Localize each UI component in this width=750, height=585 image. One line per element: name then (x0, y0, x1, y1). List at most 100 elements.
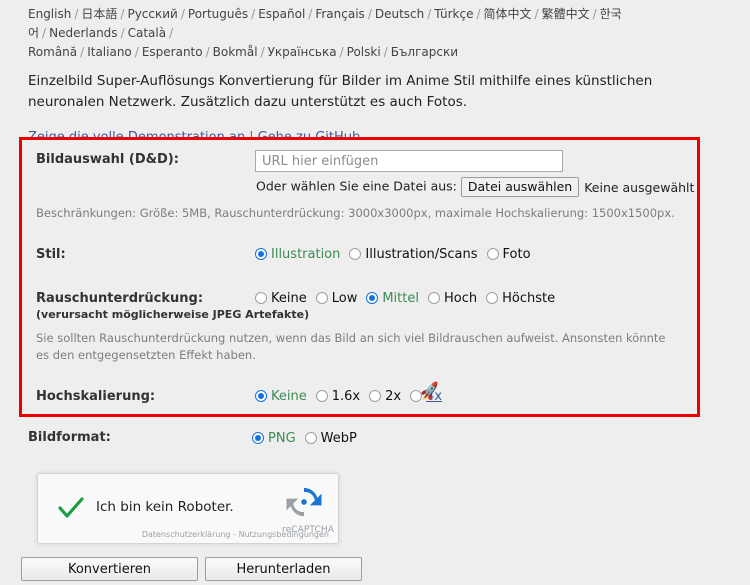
noise-radio-3[interactable] (366, 292, 379, 304)
language-separator: / (383, 45, 388, 59)
recaptcha-widget[interactable]: Ich bin kein Roboter. reCAPTCHA Datensch… (37, 473, 339, 544)
upscale-radio-1[interactable] (255, 390, 267, 402)
style-option-1[interactable]: Illustration (255, 247, 340, 262)
language-link[interactable]: Türkçe (434, 7, 473, 21)
language-separator: / (260, 45, 265, 59)
language-separator: / (367, 7, 372, 21)
upscale-option-4[interactable]: 4x (410, 389, 442, 404)
language-link[interactable]: Esperanto (142, 45, 203, 59)
language-link[interactable]: 日本語 (81, 7, 117, 21)
noise-hint: Sie sollten Rauschunterdrückung nutzen, … (36, 331, 666, 362)
language-bar: English / 日本語 / Русский / Português / Español / Fr… (0, 0, 728, 62)
format-option-2[interactable]: WebP (304, 431, 357, 446)
language-separator: / (427, 7, 432, 21)
format-label-1[interactable]: PNG (264, 431, 296, 446)
language-separator: / (476, 7, 481, 21)
noise-label-2[interactable]: Low (328, 291, 358, 306)
language-link[interactable]: Deutsch (375, 7, 424, 21)
style-label-3[interactable]: Foto (499, 247, 531, 262)
style-radio-3[interactable] (486, 248, 499, 260)
language-link[interactable]: Polski (347, 45, 381, 59)
language-link[interactable]: Français (315, 7, 364, 21)
noise-option-5[interactable]: Höchste (486, 291, 555, 306)
upscale-option-1[interactable]: Keine (255, 389, 307, 404)
noise-option-4[interactable]: Hoch (427, 291, 477, 306)
upscale-option-3[interactable]: 2x (369, 389, 401, 404)
style-label-1[interactable]: Illustration (267, 247, 340, 262)
options-highlight-box: Bildauswahl (D&D): Oder wählen Sie eine … (19, 137, 700, 417)
format-label: Bildformat: (28, 430, 111, 445)
noise-radio-4[interactable] (427, 292, 440, 304)
upscale-label-4[interactable]: 4x (422, 389, 442, 404)
language-link[interactable]: Bokmål (213, 45, 258, 59)
noise-radio-5[interactable] (486, 292, 499, 304)
upscale-label: Hochskalierung: (36, 389, 156, 404)
language-link[interactable]: 简体中文 (484, 7, 532, 21)
style-radio-2[interactable] (349, 248, 362, 260)
upscale-radio-3[interactable] (369, 390, 382, 402)
format-radio-2[interactable] (304, 432, 317, 444)
recaptcha-legal-separator: - (233, 530, 237, 539)
upscale-option-2[interactable]: 1.6x (315, 389, 360, 404)
recaptcha-label: Ich bin kein Roboter. (96, 499, 234, 515)
language-row-secondary: Română / Italiano / Esperanto / Bokmål / Українс… (28, 43, 728, 62)
style-option-2[interactable]: Illustration/Scans (349, 247, 478, 262)
language-link[interactable]: Português (188, 7, 248, 21)
language-separator: / (134, 45, 139, 59)
upscale-label-3[interactable]: 2x (381, 389, 401, 404)
language-separator: / (180, 7, 185, 21)
noise-label-3[interactable]: Mittel (378, 291, 419, 306)
language-link[interactable]: Català (128, 26, 166, 40)
upscale-radio-group[interactable]: Keine 1.6x 2x 4x (255, 389, 442, 404)
language-separator: / (120, 26, 125, 40)
style-radio-group[interactable]: Illustration Illustration/Scans Foto (255, 247, 531, 262)
style-radio-1[interactable] (255, 248, 267, 260)
language-separator: / (80, 45, 85, 59)
noise-label-1[interactable]: Keine (267, 291, 307, 306)
convert-button[interactable]: Konvertieren (21, 557, 198, 581)
language-row-primary: English / 日本語 / Русский / Português / Español / Fr… (28, 5, 728, 43)
upscale-radio-4[interactable] (410, 390, 423, 402)
page-description: Einzelbild Super-Auflösungs Konvertierun… (28, 73, 653, 110)
format-label-2[interactable]: WebP (317, 431, 357, 446)
language-link[interactable]: English (28, 7, 71, 21)
language-link[interactable]: 繁體中文 (542, 7, 590, 21)
recaptcha-verified-checkmark-icon[interactable] (57, 494, 85, 522)
upscale-radio-2[interactable] (315, 390, 328, 402)
language-link[interactable]: Български (391, 45, 458, 59)
noise-radio-1[interactable] (255, 292, 267, 304)
noise-label-5[interactable]: Höchste (498, 291, 555, 306)
language-separator: / (205, 45, 210, 59)
noise-option-1[interactable]: Keine (255, 291, 307, 306)
noise-radio-2[interactable] (315, 292, 328, 304)
format-radio-group[interactable]: PNG WebP (252, 431, 357, 446)
upscale-label-2[interactable]: 1.6x (328, 389, 360, 404)
language-link[interactable]: Español (258, 7, 305, 21)
recaptcha-privacy-link[interactable]: Datenschutzerklärung (142, 530, 231, 539)
choose-file-button[interactable]: Datei auswählen (460, 177, 580, 197)
noise-option-2[interactable]: Low (315, 291, 358, 306)
recaptcha-logo: reCAPTCHA (282, 482, 334, 535)
language-separator: / (169, 26, 174, 40)
language-link[interactable]: Русский (127, 7, 177, 21)
language-separator: / (534, 7, 539, 21)
language-link[interactable]: Italiano (87, 45, 132, 59)
recaptcha-terms-link[interactable]: Nutzungsbedingungen (239, 530, 329, 539)
noise-sublabel: (verursacht möglicherweise JPEG Artefakt… (36, 308, 310, 321)
style-label-2[interactable]: Illustration/Scans (361, 247, 477, 262)
upscale-label-1[interactable]: Keine (267, 389, 307, 404)
download-button[interactable]: Herunterladen (205, 557, 362, 581)
style-option-3[interactable]: Foto (486, 247, 531, 262)
noise-radio-group[interactable]: Keine Low Mittel Hoch Höchste (255, 291, 555, 306)
language-link[interactable]: Română (28, 45, 77, 59)
file-status-text: Keine ausgewählt (584, 179, 695, 195)
language-link[interactable]: Nederlands (49, 26, 117, 40)
language-link[interactable]: Українська (268, 45, 337, 59)
format-option-1[interactable]: PNG (252, 431, 296, 446)
noise-option-3[interactable]: Mittel (366, 291, 419, 306)
noise-label-4[interactable]: Hoch (440, 291, 477, 306)
url-input[interactable] (255, 150, 563, 172)
restrictions-note: Beschränkungen: Größe: 5MB, Rauschunterd… (36, 206, 675, 220)
format-radio-1[interactable] (252, 432, 264, 444)
language-separator: / (120, 7, 125, 21)
